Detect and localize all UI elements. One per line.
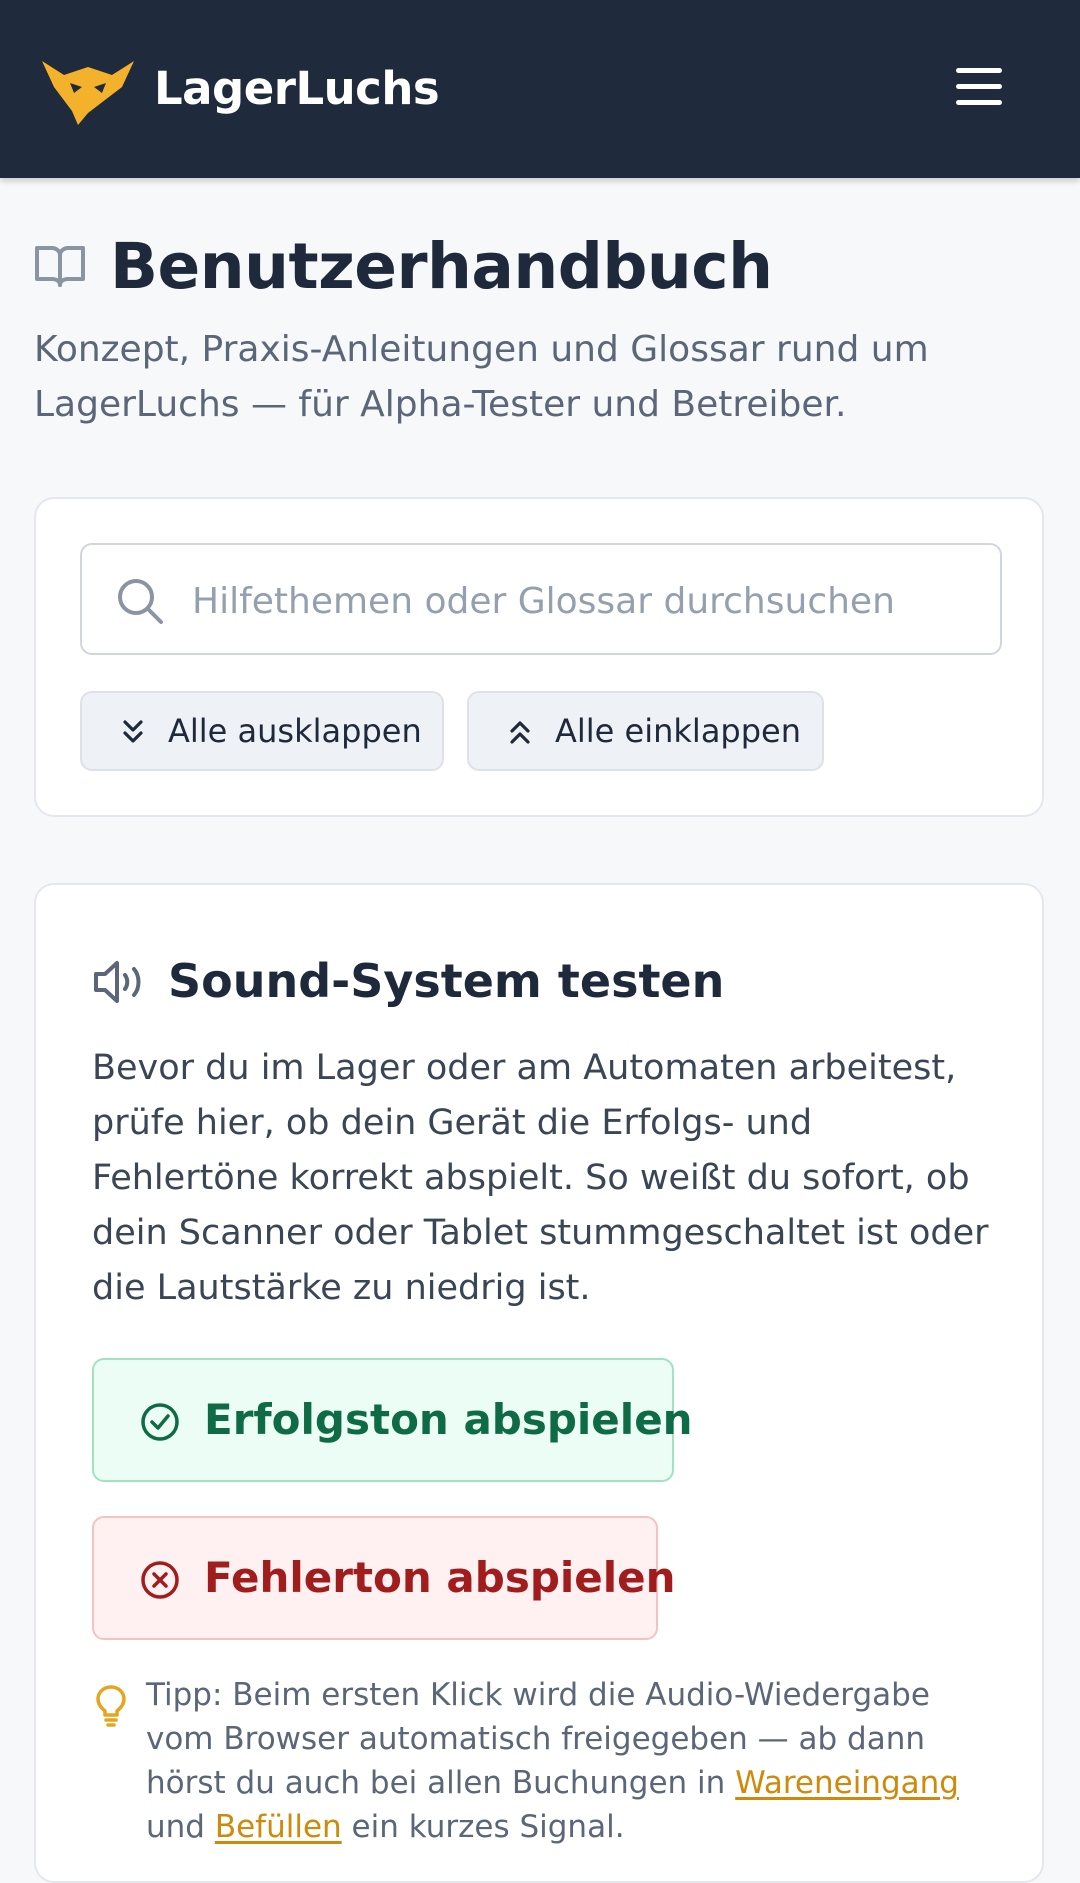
success-button-label: Erfolgston abspielen bbox=[204, 1395, 693, 1444]
section-description: Bevor du im Lager oder am Automaten arbe… bbox=[92, 1048, 989, 1308]
tip-text-middle: und bbox=[146, 1809, 215, 1845]
search-input[interactable] bbox=[190, 565, 974, 637]
speaker-icon bbox=[94, 961, 141, 1003]
hamburger-menu-icon bbox=[956, 84, 1002, 89]
collapse-all-label: Alle einklappen bbox=[555, 712, 802, 750]
tip-text-after: ein kurzes Signal. bbox=[341, 1809, 625, 1845]
hamburger-menu-icon bbox=[956, 100, 1002, 105]
book-open-icon bbox=[35, 246, 85, 287]
expand-all-label: Alle ausklappen bbox=[168, 712, 422, 750]
check-circle-icon bbox=[141, 1403, 179, 1441]
tip-text: Tipp: Beim ersten Klick wird die Audio-W… bbox=[146, 1673, 1006, 1849]
play-error-sound-button[interactable]: Fehlerton abspielen bbox=[92, 1516, 676, 1640]
brand-name[interactable]: LagerLuchs bbox=[154, 60, 440, 118]
lynx-logo-icon[interactable] bbox=[42, 53, 134, 125]
section-title: Sound-System testen bbox=[168, 954, 725, 1008]
search-icon bbox=[118, 579, 163, 624]
page-subtitle: Konzept, Praxis-Anleitungen und Glossar … bbox=[34, 329, 929, 425]
page-title: Benutzerhandbuch bbox=[110, 230, 773, 303]
error-button-label: Fehlerton abspielen bbox=[204, 1553, 676, 1602]
menu-button[interactable] bbox=[950, 62, 1008, 112]
collapse-all-button[interactable]: Alle einklappen bbox=[467, 691, 824, 771]
play-success-sound-button[interactable]: Erfolgston abspielen bbox=[92, 1358, 693, 1482]
befuellen-link[interactable]: Befüllen bbox=[215, 1809, 342, 1845]
expand-all-button[interactable]: Alle ausklappen bbox=[80, 691, 444, 771]
search-card: Alle ausklappen Alle einklappen bbox=[34, 497, 1044, 817]
chevrons-down-icon bbox=[123, 720, 143, 743]
chevrons-up-icon bbox=[510, 721, 530, 744]
sound-test-card: Sound-System testen Bevor du im Lager od… bbox=[34, 883, 1044, 1883]
hamburger-menu-icon bbox=[956, 68, 1002, 73]
x-circle-icon bbox=[141, 1561, 179, 1599]
search-box[interactable] bbox=[80, 543, 1002, 655]
wareneingang-link[interactable]: Wareneingang bbox=[735, 1765, 959, 1801]
lightbulb-icon bbox=[96, 1685, 126, 1727]
top-navigation-bar: LagerLuchs bbox=[0, 0, 1080, 178]
